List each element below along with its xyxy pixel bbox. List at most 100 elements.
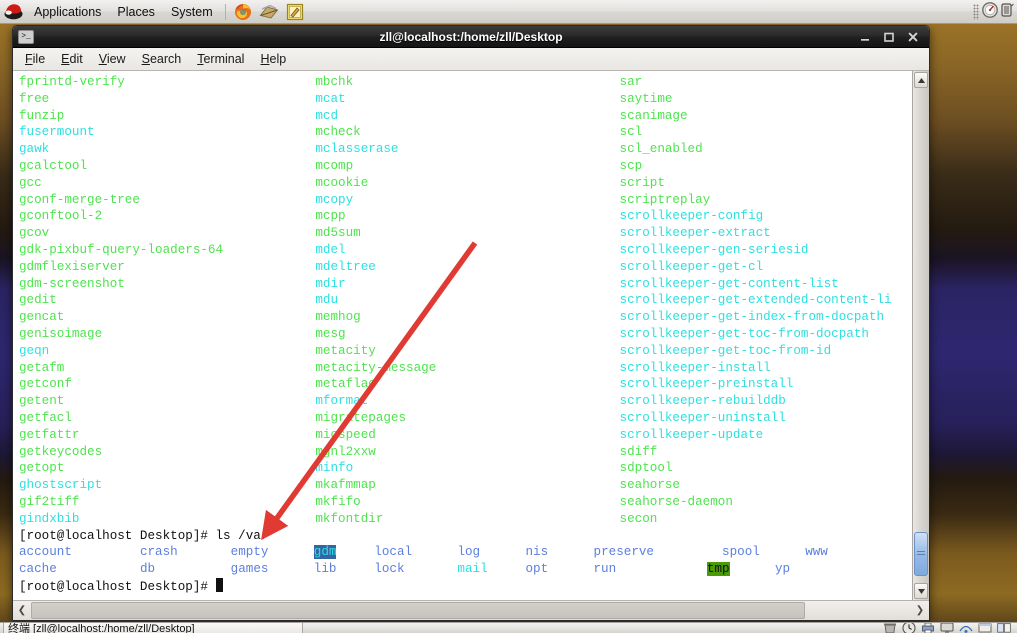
ls-entry: scrollkeeper-extract	[619, 226, 771, 241]
ls-output-columns: fprintd-verify free funzip fusermount gawk gc…	[19, 74, 912, 528]
ls-entry: funzip	[19, 108, 65, 123]
ls-entry: gcalctool	[19, 158, 88, 173]
ls-entry: getconf	[19, 377, 72, 392]
ls-entry: mclasserase	[315, 142, 399, 157]
window-titlebar[interactable]: >_ zll@localhost:/home/zll/Desktop	[13, 26, 929, 48]
display-applet-icon[interactable]	[940, 623, 954, 633]
ls-entry: gcov	[19, 226, 50, 241]
taskbar-window-button[interactable]: 终端 [zll@localhost:/home/zll/Desktop]	[3, 623, 303, 633]
entry-spacer	[412, 545, 457, 559]
menu-search[interactable]: Search	[134, 49, 190, 69]
horizontal-scroll-track[interactable]	[31, 602, 911, 619]
close-button[interactable]	[906, 30, 920, 44]
menu-file[interactable]: File	[17, 49, 53, 69]
var-entry: account	[19, 545, 72, 560]
trash-applet-icon[interactable]	[883, 623, 897, 633]
ls-column-2: mbchk mcat mcd mcheck mclasserase mcomp mcooki…	[315, 74, 619, 528]
ls-entry: gedit	[19, 293, 57, 308]
menu-view[interactable]: View	[91, 49, 134, 69]
ls-entry: sdptool	[619, 461, 673, 476]
workspace-switcher-icon[interactable]	[997, 623, 1011, 633]
clock-applet-icon[interactable]	[902, 623, 916, 633]
ls-entry: genisoimage	[19, 326, 103, 341]
menu-applications[interactable]: Applications	[27, 1, 108, 22]
entry-spacer	[760, 545, 805, 559]
terminal-vertical-scrollbar[interactable]	[912, 71, 929, 600]
ls-entry: metacity-message	[315, 360, 437, 375]
scroll-left-arrow-icon[interactable]: ❮	[13, 602, 31, 620]
ls-entry: secon	[619, 511, 658, 526]
menu-places[interactable]: Places	[110, 1, 162, 22]
menu-places-label: Places	[117, 4, 155, 19]
bottom-panel: 终端 [zll@localhost:/home/zll/Desktop]	[0, 622, 1017, 633]
ls-entry: sdiff	[619, 444, 658, 459]
terminal-horizontal-scrollbar[interactable]: ❮ ❯	[13, 600, 929, 620]
vertical-scroll-thumb[interactable]	[914, 532, 928, 576]
ls-entry: getfattr	[19, 427, 80, 442]
entry-spacer	[654, 545, 722, 559]
printer-applet-icon[interactable]	[921, 623, 935, 633]
entry-spacer	[548, 545, 593, 559]
maximize-button[interactable]	[882, 30, 896, 44]
var-entry: nis	[525, 545, 549, 560]
ls-entry: mcat	[315, 91, 346, 106]
panel-grip-handle[interactable]	[973, 3, 979, 20]
ls-entry: seahorse-daemon	[619, 494, 733, 509]
ls-entry: gif2tiff	[19, 494, 80, 509]
ls-entry: metaflac	[315, 377, 376, 392]
ls-entry: getfacl	[19, 410, 72, 425]
entry-spacer	[72, 545, 140, 559]
ls-entry: scrollkeeper-get-index-from-docpath	[619, 310, 885, 325]
ls-entry: mdeltree	[315, 259, 376, 274]
ls-entry: mkfontdir	[315, 511, 384, 526]
terminal-body: fprintd-verify free funzip fusermount gawk gc…	[13, 71, 929, 600]
var-entry: preserve	[593, 545, 654, 560]
terminal-screen[interactable]: fprintd-verify free funzip fusermount gawk gc…	[13, 71, 912, 600]
ls-entry: scrollkeeper-config	[619, 209, 764, 224]
entry-spacer	[616, 562, 707, 576]
vertical-scroll-track[interactable]	[914, 89, 928, 582]
entry-spacer	[405, 562, 458, 576]
text-editor-launcher-icon[interactable]	[283, 1, 307, 23]
ls-entry: mdel	[315, 242, 346, 257]
ls-entry: scriptreplay	[619, 192, 711, 207]
network-applet-icon[interactable]	[959, 623, 973, 633]
evolution-launcher-icon[interactable]	[257, 1, 281, 23]
horizontal-scroll-thumb[interactable]	[31, 602, 806, 619]
minimize-button[interactable]	[858, 30, 872, 44]
redhat-logo-icon[interactable]	[4, 3, 23, 20]
ls-entry: gdmflexiserver	[19, 259, 125, 274]
scroll-right-arrow-icon[interactable]: ❯	[911, 602, 929, 620]
terminal-window[interactable]: >_ zll@localhost:/home/zll/Desktop File …	[12, 25, 930, 621]
ls-entry: free	[19, 91, 50, 106]
ls-column-3: sar saytime scanimage scl scl_enabled scp scri…	[620, 74, 912, 528]
ls-entry: micspeed	[315, 427, 376, 442]
ls-entry: mcopy	[315, 192, 354, 207]
menu-system[interactable]: System	[164, 1, 220, 22]
ls-entry: gdk-pixbuf-query-loaders-64	[19, 242, 224, 257]
ls-entry: mgnl2xxw	[315, 444, 376, 459]
firefox-launcher-icon[interactable]	[231, 1, 255, 23]
var-entry: empty	[230, 545, 269, 560]
ls-entry: scrollkeeper-preinstall	[619, 377, 794, 392]
ls-entry: sar	[619, 75, 643, 89]
scroll-down-arrow-icon[interactable]	[914, 583, 928, 599]
window-list-icon[interactable]	[978, 623, 992, 633]
menu-search-rest: earch	[149, 52, 182, 66]
entry-spacer	[488, 562, 526, 576]
ls-entry: script	[619, 175, 665, 190]
scroll-up-arrow-icon[interactable]	[914, 72, 928, 88]
ls-entry: scl_enabled	[619, 142, 703, 157]
volume-indicator-icon[interactable]	[981, 1, 999, 22]
menu-help[interactable]: Help	[252, 49, 294, 69]
menu-terminal[interactable]: Terminal	[189, 49, 252, 69]
menu-edit[interactable]: Edit	[53, 49, 91, 69]
taskbar-window-label: 终端 [zll@localhost:/home/zll/Desktop]	[8, 623, 195, 633]
ls-entry: minfo	[315, 461, 354, 476]
ls-entry: mcheck	[315, 125, 361, 140]
prompt-line-2: [root@localhost Desktop]#	[19, 577, 912, 596]
window-title: zll@localhost:/home/zll/Desktop	[379, 29, 563, 44]
ls-entry: fprintd-verify	[19, 75, 125, 89]
network-indicator-icon[interactable]	[999, 1, 1015, 22]
entry-spacer	[57, 562, 140, 576]
